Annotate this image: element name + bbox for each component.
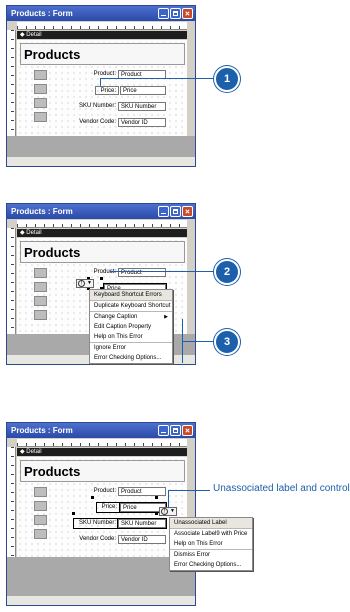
callout-1: 1 bbox=[214, 66, 240, 92]
detail-section-bar[interactable]: ◆ Detail bbox=[17, 31, 187, 39]
minimize-button[interactable] bbox=[158, 425, 169, 436]
title-bar[interactable]: Products : Form bbox=[7, 6, 195, 21]
chevron-down-icon: ▼ bbox=[170, 508, 175, 514]
vendor-code-label[interactable]: Vendor Code: bbox=[74, 118, 118, 127]
product-textbox[interactable]: Product bbox=[118, 268, 166, 277]
chevron-down-icon: ▼ bbox=[87, 280, 92, 286]
submenu-arrow-icon: ▶ bbox=[164, 314, 168, 320]
vendor-code-label[interactable]: Vendor Code: bbox=[74, 535, 118, 544]
selection-handle[interactable] bbox=[100, 277, 103, 280]
selection-handle[interactable] bbox=[72, 512, 75, 515]
sku-number-label[interactable]: SKU Number: bbox=[73, 518, 119, 529]
maximize-button[interactable] bbox=[170, 206, 181, 217]
horizontal-ruler bbox=[17, 439, 187, 447]
minimize-button[interactable] bbox=[158, 206, 169, 217]
callout-leader-1 bbox=[100, 78, 216, 79]
exclamation-icon: ! bbox=[78, 280, 85, 287]
form-window-1: Products : Form ◆ Detail Products Produc… bbox=[6, 5, 196, 167]
product-label[interactable]: Product: bbox=[74, 487, 118, 496]
callout-leader-3 bbox=[182, 341, 216, 342]
error-options-menu: Keyboard Shortcut Errors Duplicate Keybo… bbox=[89, 289, 173, 364]
menu-item-error-checking-options[interactable]: Error Checking Options... bbox=[170, 560, 252, 570]
callout-3: 3 bbox=[214, 329, 240, 355]
callout-leader-1-tick bbox=[100, 78, 101, 86]
close-button[interactable] bbox=[182, 206, 193, 217]
price-label[interactable]: Price: bbox=[95, 86, 119, 95]
price-label[interactable]: Price: bbox=[96, 502, 120, 513]
horizontal-ruler bbox=[17, 22, 187, 30]
image-control[interactable] bbox=[34, 296, 47, 306]
menu-item-error-checking-options[interactable]: Error Checking Options... bbox=[90, 353, 172, 363]
image-control[interactable] bbox=[34, 112, 47, 122]
error-options-menu: Unassociated Label Associate Label9 with… bbox=[169, 517, 253, 571]
sku-number-textbox[interactable]: SKU Number bbox=[118, 102, 166, 111]
callout-leader-unassoc bbox=[168, 490, 210, 491]
image-control[interactable] bbox=[34, 529, 47, 539]
menu-item-unassociated-label[interactable]: Unassociated Label bbox=[170, 518, 252, 529]
menu-item-help-on-this-error[interactable]: Help on This Error bbox=[170, 539, 252, 550]
detail-section-bar[interactable]: ◆ Detail bbox=[17, 229, 187, 237]
close-button[interactable] bbox=[182, 8, 193, 19]
menu-item-ignore-error[interactable]: Ignore Error bbox=[90, 343, 172, 353]
sku-number-textbox[interactable]: SKU Number bbox=[117, 518, 167, 529]
callout-leader-unassoc-vertical bbox=[168, 490, 169, 508]
window-title: Products : Form bbox=[11, 207, 73, 216]
image-control[interactable] bbox=[34, 84, 47, 94]
error-smart-tag[interactable]: ! ▼ bbox=[76, 279, 94, 288]
image-control[interactable] bbox=[34, 282, 47, 292]
close-button[interactable] bbox=[182, 425, 193, 436]
menu-item-edit-caption-property[interactable]: Edit Caption Property bbox=[90, 322, 172, 332]
vendor-code-textbox[interactable]: Vendor ID bbox=[118, 535, 166, 544]
image-control[interactable] bbox=[34, 487, 47, 497]
selection-handle[interactable] bbox=[155, 496, 158, 499]
window-title: Products : Form bbox=[11, 9, 73, 18]
image-control[interactable] bbox=[34, 310, 47, 320]
error-smart-tag[interactable]: ! ▼ bbox=[159, 507, 177, 516]
selection-handle[interactable] bbox=[155, 512, 158, 515]
product-textbox[interactable]: Product bbox=[118, 487, 166, 496]
selection-handle[interactable] bbox=[91, 496, 94, 499]
form-header-label[interactable]: Products bbox=[20, 241, 185, 263]
image-control[interactable] bbox=[34, 70, 47, 80]
menu-item-keyboard-shortcut-errors[interactable]: Keyboard Shortcut Errors bbox=[90, 290, 172, 301]
exclamation-icon: ! bbox=[161, 508, 168, 515]
menu-item-dismiss-error[interactable]: Dismiss Error bbox=[170, 550, 252, 560]
horizontal-scrollbar[interactable] bbox=[7, 595, 195, 605]
image-control[interactable] bbox=[34, 515, 47, 525]
product-label[interactable]: Product: bbox=[74, 268, 118, 277]
image-control[interactable] bbox=[34, 268, 47, 278]
minimize-button[interactable] bbox=[158, 8, 169, 19]
menu-item-duplicate-keyboard-shortcut[interactable]: Duplicate Keyboard Shortcut bbox=[90, 301, 172, 312]
form-header-label[interactable]: Products bbox=[20, 460, 185, 482]
maximize-button[interactable] bbox=[170, 8, 181, 19]
maximize-button[interactable] bbox=[170, 425, 181, 436]
title-bar[interactable]: Products : Form bbox=[7, 423, 195, 438]
horizontal-scrollbar[interactable] bbox=[7, 156, 195, 166]
detail-section-bar[interactable]: ◆ Detail bbox=[17, 448, 187, 456]
sku-number-label[interactable]: SKU Number: bbox=[74, 102, 118, 111]
callout-2: 2 bbox=[214, 259, 240, 285]
unassociated-callout-text: Unassociated label and control bbox=[213, 483, 350, 494]
menu-item-associate-label[interactable]: Associate Label9 with Price bbox=[170, 529, 252, 539]
horizontal-ruler bbox=[17, 220, 187, 228]
vendor-code-textbox[interactable]: Vendor ID bbox=[118, 118, 166, 127]
form-header-label[interactable]: Products bbox=[20, 43, 185, 65]
image-control[interactable] bbox=[34, 501, 47, 511]
menu-item-change-caption[interactable]: Change Caption ▶ bbox=[90, 312, 172, 322]
menu-item-help-on-this-error[interactable]: Help on This Error bbox=[90, 332, 172, 343]
price-textbox[interactable]: Price bbox=[120, 86, 166, 95]
callout-leader-2 bbox=[110, 271, 216, 272]
image-control[interactable] bbox=[34, 98, 47, 108]
title-bar[interactable]: Products : Form bbox=[7, 204, 195, 219]
window-title: Products : Form bbox=[11, 426, 73, 435]
